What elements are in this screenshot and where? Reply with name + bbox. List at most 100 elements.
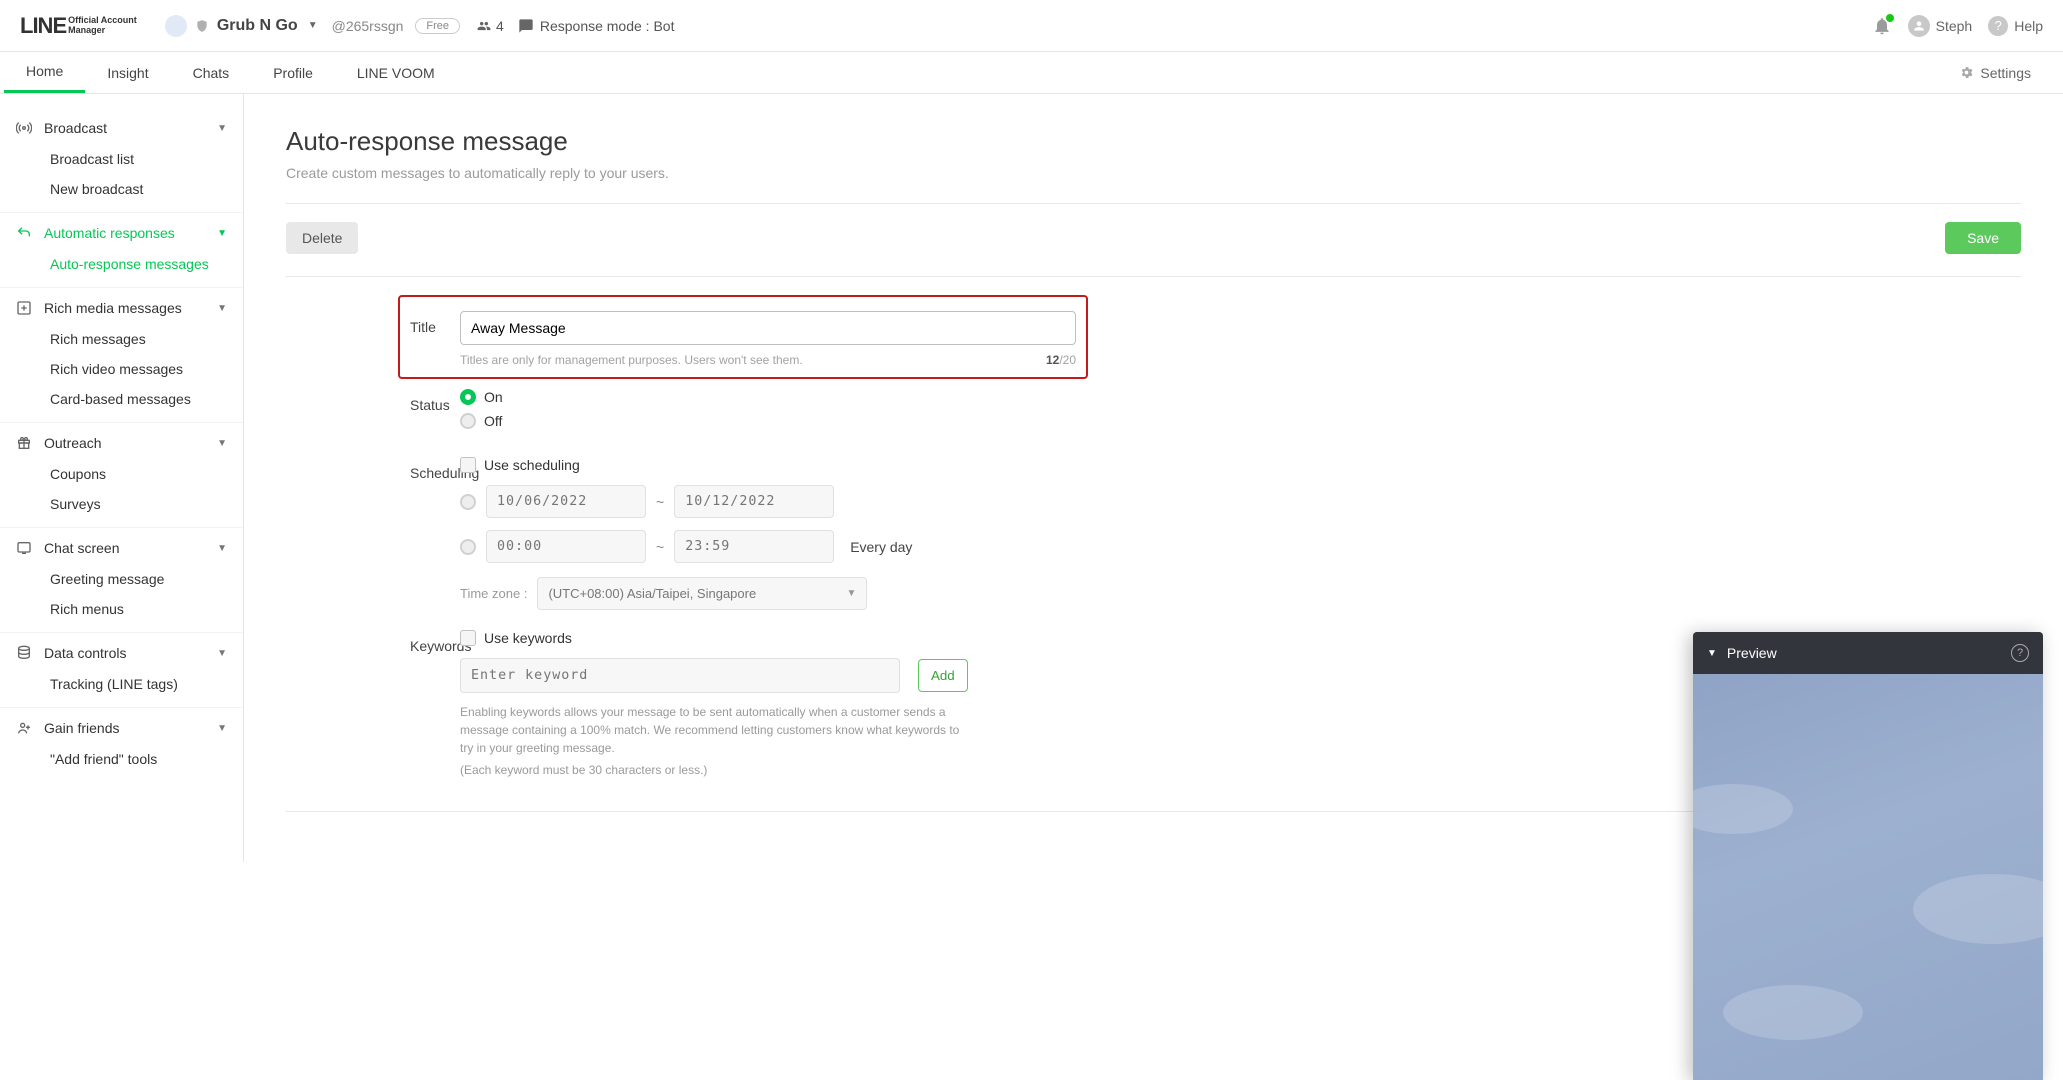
sidebar-outreach[interactable]: Outreach ▼ [0,427,243,459]
caret-down-icon: ▼ [308,20,318,31]
user-avatar-icon [1908,15,1930,37]
account-avatar [165,15,187,37]
caret-down-icon: ▼ [1707,648,1717,659]
help-icon: ? [1988,16,2008,36]
help-link[interactable]: ? Help [1988,16,2043,36]
response-mode[interactable]: Response mode : Bot [518,18,675,34]
save-button[interactable]: Save [1945,222,2021,254]
reply-icon [16,225,34,241]
people-icon [476,19,492,33]
time-radio[interactable] [460,539,476,555]
time-to-input[interactable] [674,530,834,563]
everyday-label: Every day [850,539,912,555]
account-switcher[interactable]: Grub N Go ▼ [165,15,318,37]
sidebar-automatic-responses[interactable]: Automatic responses ▼ [0,217,243,249]
shield-icon [195,19,209,33]
chevron-down-icon: ▼ [217,438,227,449]
sidebar-new-broadcast[interactable]: New broadcast [0,174,243,204]
sidebar-tracking[interactable]: Tracking (LINE tags) [0,669,243,699]
chevron-down-icon: ▼ [217,303,227,314]
preview-header[interactable]: ▼ Preview ? [1693,632,2043,674]
checkbox-icon [460,457,476,473]
top-bar: LINE Official Account Manager Grub N Go … [0,0,2063,52]
preview-title: Preview [1727,645,1777,661]
range-tilde: ~ [656,539,664,555]
tab-home[interactable]: Home [4,52,85,93]
sidebar-add-friend-tools[interactable]: "Add friend" tools [0,744,243,774]
plus-square-icon [16,300,34,316]
sidebar-gain-friends[interactable]: Gain friends ▼ [0,712,243,744]
chevron-down-icon: ▼ [217,723,227,734]
nav-tabs: Home Insight Chats Profile LINE VOOM Set… [0,52,2063,94]
status-on-radio[interactable]: On [460,389,1070,405]
account-handle: @265rssgn [332,18,404,34]
add-friend-icon [16,720,34,736]
title-input[interactable] [460,311,1076,345]
scheduling-label: Scheduling [286,457,460,610]
logo-main: LINE [20,13,66,39]
sidebar-auto-response-messages[interactable]: Auto-response messages [0,249,243,279]
tab-line-voom[interactable]: LINE VOOM [335,52,457,93]
chat-screen-icon [16,540,34,556]
sidebar: Broadcast ▼ Broadcast list New broadcast… [0,94,244,862]
sidebar-greeting-message[interactable]: Greeting message [0,564,243,594]
logo-subtitle: Official Account Manager [68,16,137,35]
timezone-select[interactable]: (UTC+08:00) Asia/Taipei, Singapore ▼ [537,577,867,610]
settings-link[interactable]: Settings [1959,65,2059,81]
sidebar-broadcast[interactable]: Broadcast ▼ [0,112,243,144]
user-menu[interactable]: Steph [1908,15,1973,37]
title-char-count: 12/20 [1046,353,1076,367]
radio-on-icon [460,389,476,405]
chevron-down-icon: ▼ [847,588,857,599]
friend-count: 4 [476,18,504,34]
tab-insight[interactable]: Insight [85,52,170,93]
title-label: Title [410,311,460,367]
time-from-input[interactable] [486,530,646,563]
range-tilde: ~ [656,494,664,510]
user-name: Steph [1936,18,1973,34]
sidebar-broadcast-list[interactable]: Broadcast list [0,144,243,174]
title-row-highlight: Title Titles are only for management pur… [398,295,1088,379]
tab-chats[interactable]: Chats [171,52,252,93]
sidebar-rich-messages[interactable]: Rich messages [0,324,243,354]
database-icon [16,645,34,661]
topbar-right: Steph ? Help [1872,15,2043,37]
checkbox-icon [460,630,476,646]
sidebar-rich-video-messages[interactable]: Rich video messages [0,354,243,384]
sidebar-rich-media[interactable]: Rich media messages ▼ [0,292,243,324]
preview-canvas [1693,674,2043,1080]
title-help-text: Titles are only for management purposes.… [460,353,803,367]
tab-profile[interactable]: Profile [251,52,335,93]
preview-help-icon[interactable]: ? [2011,644,2029,662]
sidebar-surveys[interactable]: Surveys [0,489,243,519]
sidebar-chat-screen[interactable]: Chat screen ▼ [0,532,243,564]
keyword-input[interactable] [460,658,900,693]
add-keyword-button[interactable]: Add [918,659,968,692]
gift-icon [16,435,34,451]
preview-panel: ▼ Preview ? [1693,632,2043,1080]
bell-icon[interactable] [1872,16,1892,36]
sidebar-rich-menus[interactable]: Rich menus [0,594,243,624]
page-description: Create custom messages to automatically … [286,165,2021,181]
status-off-radio[interactable]: Off [460,413,1070,429]
date-to-input[interactable] [674,485,834,518]
page-title: Auto-response message [286,126,2021,157]
action-bar: Delete Save [286,222,2021,254]
sidebar-coupons[interactable]: Coupons [0,459,243,489]
keywords-label: Keywords [286,630,460,779]
date-from-input[interactable] [486,485,646,518]
sidebar-card-based-messages[interactable]: Card-based messages [0,384,243,414]
radio-off-icon [460,413,476,429]
use-scheduling-checkbox[interactable]: Use scheduling [460,457,1070,473]
gear-icon [1959,65,1974,80]
broadcast-icon [16,120,34,136]
keyword-help: Enabling keywords allows your message to… [460,703,962,779]
divider [286,203,2021,204]
date-radio[interactable] [460,494,476,510]
plan-badge: Free [415,18,460,34]
delete-button[interactable]: Delete [286,222,358,254]
use-keywords-checkbox[interactable]: Use keywords [460,630,1070,646]
sidebar-data-controls[interactable]: Data controls ▼ [0,637,243,669]
notification-dot [1886,14,1894,22]
chevron-down-icon: ▼ [217,123,227,134]
